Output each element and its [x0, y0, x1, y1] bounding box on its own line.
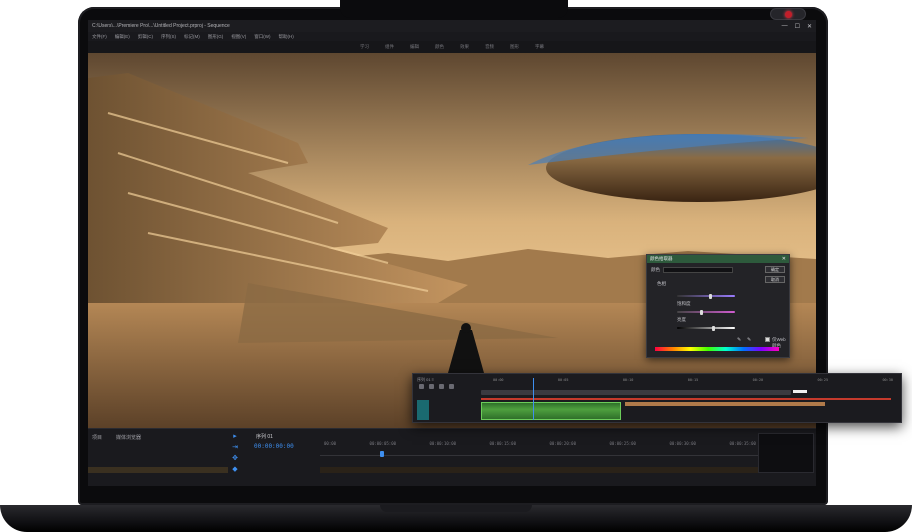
- selection-tool-icon[interactable]: ▸: [232, 433, 239, 440]
- workspace-tab[interactable]: 图形: [510, 44, 519, 50]
- cancel-button[interactable]: 取消: [765, 276, 785, 283]
- slider-knob[interactable]: [708, 293, 712, 299]
- ruler-tick: 00:10: [622, 378, 634, 382]
- ruler-tick: 00:15: [687, 378, 699, 382]
- dialog-header: 颜色拾取器 ✕: [647, 255, 789, 263]
- ruler-label: 00:00:30:00: [669, 441, 696, 446]
- mode-select[interactable]: [663, 267, 733, 273]
- media-strip: [88, 467, 228, 473]
- laptop-notch: [340, 0, 806, 20]
- workspace-tab[interactable]: 学习: [360, 44, 369, 50]
- menu-bar: 文件(F) 编辑(E) 剪辑(C) 序列(S) 标记(M) 图形(G) 视图(V…: [88, 32, 816, 41]
- ruler-tick: 00:25: [817, 378, 829, 382]
- track-header[interactable]: [417, 400, 429, 420]
- mode-row: 颜色: [651, 267, 733, 273]
- web-colors-checkbox[interactable]: [765, 337, 770, 342]
- audio-clip[interactable]: [625, 402, 825, 406]
- hue-label: 色相: [657, 281, 666, 286]
- minimize-button[interactable]: —: [782, 23, 788, 30]
- menu-view[interactable]: 视图(V): [231, 34, 246, 40]
- timeline-ruler[interactable]: 00:00 00:05 00:10 00:15 00:20 00:25 00:3…: [493, 378, 893, 386]
- audio-clip[interactable]: [481, 402, 621, 420]
- timeline-popout: 序列 01 ≡ 00:00 00:05 00:10 00:15 00:20 00…: [412, 373, 902, 423]
- slider-knob[interactable]: [711, 325, 715, 331]
- workspace-bar: 学习 组件 编辑 颜色 效果 音频 图形 字幕: [88, 41, 816, 53]
- timecode-display[interactable]: 00:00:00:00: [254, 443, 294, 450]
- ruler-tick: 00:30: [882, 378, 893, 382]
- project-tab[interactable]: 项目: [92, 434, 102, 441]
- ruler-label: 00:00:10:00: [429, 441, 457, 446]
- ripple-edit-icon[interactable]: ✥: [232, 455, 239, 462]
- saturation-label: 饱和度: [677, 301, 691, 306]
- workspace-tab[interactable]: 组件: [385, 44, 394, 50]
- lightness-label: 亮度: [677, 317, 686, 322]
- maximize-button[interactable]: ☐: [795, 23, 800, 30]
- close-button[interactable]: ✕: [807, 23, 812, 30]
- webcam-lens: [785, 11, 792, 18]
- workspace-tab[interactable]: 颜色: [435, 44, 444, 50]
- menu-file[interactable]: 文件(F): [92, 34, 107, 40]
- ruler-label: 00:00:25:00: [609, 441, 636, 446]
- ruler-label: 00:00:20:00: [549, 441, 576, 446]
- title-bar: C:\Users\...\Premiere Pro\...\Untitled P…: [88, 20, 816, 32]
- slider-knob[interactable]: [700, 309, 704, 315]
- eyedropper-icon[interactable]: ✎: [737, 337, 741, 343]
- menu-help[interactable]: 帮助(H): [279, 34, 294, 40]
- menu-sequence[interactable]: 序列(S): [161, 34, 176, 40]
- ruler-label: 00:00:05:00: [369, 441, 397, 446]
- window-title: C:\Users\...\Premiere Pro\...\Untitled P…: [92, 23, 230, 29]
- playhead[interactable]: [380, 451, 384, 457]
- ruler-label: 00:00:15:00: [489, 441, 517, 446]
- marker-icon[interactable]: [439, 384, 444, 389]
- workspace-tab[interactable]: 字幕: [535, 44, 544, 50]
- timeline-tools: [419, 384, 454, 389]
- workspace-tab[interactable]: 效果: [460, 44, 469, 50]
- razor-tool-icon[interactable]: ◆: [232, 466, 239, 473]
- video-track[interactable]: [320, 467, 760, 473]
- work-area-bar[interactable]: [481, 398, 891, 400]
- clip-highlight[interactable]: [793, 390, 807, 393]
- menu-clip[interactable]: 剪辑(C): [138, 34, 153, 40]
- workspace-tab[interactable]: 编辑: [410, 44, 419, 50]
- video-frame: [88, 53, 816, 428]
- color-spectrum[interactable]: [655, 347, 779, 351]
- lightness-slider[interactable]: [677, 325, 735, 331]
- sequence-tab[interactable]: 序列 01: [256, 433, 273, 440]
- ruler-label: 00:00: [324, 441, 337, 446]
- eyedropper-icon[interactable]: ✎: [747, 337, 751, 343]
- video-track-1[interactable]: [481, 390, 791, 395]
- track-select-icon[interactable]: ⇥: [232, 444, 239, 451]
- tools-panel: ▸ ⇥ ✥ ◆: [228, 433, 242, 473]
- time-ruler[interactable]: 00:00 00:00:05:00 00:00:10:00 00:00:15:0…: [320, 441, 760, 451]
- ruler-label: 00:00:35:00: [729, 441, 756, 446]
- menu-graphics[interactable]: 图形(G): [208, 34, 224, 40]
- timeline-header[interactable]: 序列 01 ≡: [417, 377, 434, 383]
- ruler-tick: 00:20: [752, 378, 764, 382]
- dialog-title: 颜色拾取器: [650, 256, 673, 261]
- menu-window[interactable]: 窗口(W): [254, 34, 270, 40]
- settings-icon[interactable]: [449, 384, 454, 389]
- bottom-panels: 项目 媒体浏览器 ▸ ⇥ ✥ ◆ 序列 01 00:00:00:00 00:00…: [88, 428, 816, 486]
- media-browser-tab[interactable]: 媒体浏览器: [116, 434, 141, 441]
- close-icon[interactable]: ✕: [782, 256, 786, 262]
- snap-icon[interactable]: [419, 384, 424, 389]
- timeline-playhead[interactable]: [533, 378, 534, 420]
- menu-edit[interactable]: 编辑(E): [115, 34, 130, 40]
- color-picker-dialog: 颜色拾取器 ✕ 颜色 确定 取消 色相 饱和度 亮度 仅Web颜色 ✎ ✎: [646, 254, 790, 358]
- hue-slider[interactable]: [677, 293, 735, 299]
- link-icon[interactable]: [429, 384, 434, 389]
- saturation-slider[interactable]: [677, 309, 735, 315]
- ruler-tick: 00:00: [493, 378, 504, 382]
- webcam: [770, 8, 806, 20]
- program-monitor[interactable]: [88, 53, 816, 428]
- menu-marker[interactable]: 标记(M): [184, 34, 200, 40]
- ruler-tick: 00:05: [557, 378, 569, 382]
- mode-label: 颜色: [651, 267, 660, 272]
- workspace-tab[interactable]: 音频: [485, 44, 494, 50]
- ruler-line: [320, 455, 760, 456]
- side-panel: [758, 433, 814, 473]
- ok-button[interactable]: 确定: [765, 266, 785, 273]
- laptop-hinge: [380, 505, 532, 512]
